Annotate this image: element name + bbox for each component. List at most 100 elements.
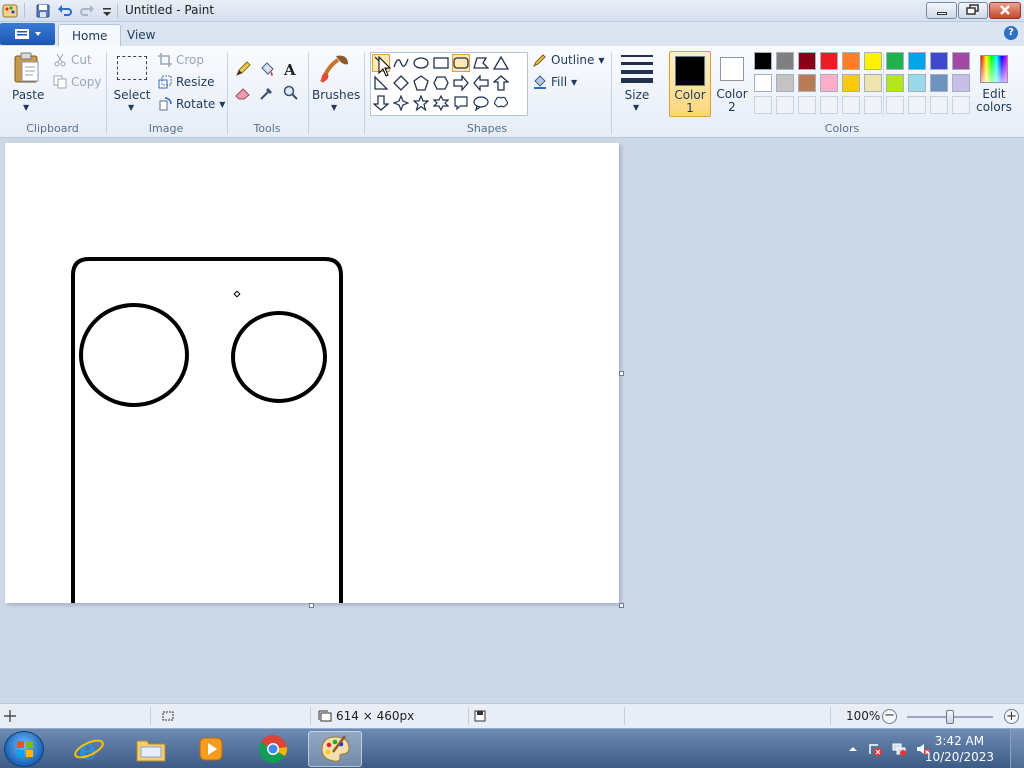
up-arrow-shape[interactable] xyxy=(492,74,510,92)
network-icon[interactable] xyxy=(892,742,906,756)
help-icon[interactable]: ? xyxy=(1004,26,1018,40)
taskbar-chrome[interactable] xyxy=(246,731,300,767)
fill-button[interactable]: Fill ▼ xyxy=(533,75,577,89)
eraser-tool[interactable] xyxy=(233,83,253,103)
paste-icon[interactable] xyxy=(12,52,42,84)
taskbar-clock[interactable]: 3:42 AM 10/20/2023 xyxy=(925,733,994,765)
palette-swatch[interactable] xyxy=(886,74,904,92)
curve-shape[interactable] xyxy=(392,54,410,72)
pentagon-shape[interactable] xyxy=(412,74,430,92)
crop-button[interactable]: Crop xyxy=(158,53,204,67)
edit-colors-button[interactable]: Edit colors xyxy=(975,51,1013,117)
triangle-shape[interactable] xyxy=(492,54,510,72)
paste-dropdown-icon[interactable]: ▼ xyxy=(23,103,29,112)
palette-swatch[interactable] xyxy=(864,74,882,92)
custom-color-slot[interactable] xyxy=(908,96,926,114)
right-arrow-shape[interactable] xyxy=(452,74,470,92)
rounded-callout-shape[interactable] xyxy=(452,94,470,112)
redo-icon[interactable] xyxy=(79,3,95,19)
rotate-button[interactable]: Rotate ▼ xyxy=(158,97,225,111)
palette-swatch[interactable] xyxy=(798,52,816,70)
brushes-dropdown-icon[interactable]: ▼ xyxy=(331,103,337,112)
palette-swatch[interactable] xyxy=(776,52,794,70)
custom-color-slot[interactable] xyxy=(776,96,794,114)
start-button[interactable] xyxy=(4,731,44,767)
six-point-star-shape[interactable] xyxy=(432,94,450,112)
magnifier-tool[interactable] xyxy=(281,83,301,103)
taskbar-file-explorer[interactable] xyxy=(124,731,178,767)
palette-swatch[interactable] xyxy=(820,74,838,92)
select-dropdown-icon[interactable]: ▼ xyxy=(128,103,134,112)
brushes-icon[interactable] xyxy=(318,52,352,86)
size-dropdown-icon[interactable]: ▼ xyxy=(633,103,639,112)
cloud-callout-shape[interactable] xyxy=(492,94,510,112)
size-icon[interactable] xyxy=(619,52,655,84)
select-icon[interactable] xyxy=(117,56,147,80)
palette-swatch[interactable] xyxy=(776,74,794,92)
copy-button[interactable]: Copy xyxy=(53,75,101,89)
custom-color-slot[interactable] xyxy=(842,96,860,114)
palette-swatch[interactable] xyxy=(798,74,816,92)
resize-button[interactable]: Resize xyxy=(158,75,214,89)
palette-swatch[interactable] xyxy=(908,74,926,92)
custom-color-slot[interactable] xyxy=(754,96,772,114)
four-point-star-shape[interactable] xyxy=(392,94,410,112)
save-icon[interactable] xyxy=(35,3,51,19)
palette-swatch[interactable] xyxy=(754,74,772,92)
rounded-rectangle-shape[interactable] xyxy=(452,54,470,72)
text-tool[interactable]: A xyxy=(281,59,301,79)
custom-color-slot[interactable] xyxy=(798,96,816,114)
zoom-slider-thumb[interactable] xyxy=(946,710,954,724)
palette-swatch[interactable] xyxy=(930,52,948,70)
custom-color-slot[interactable] xyxy=(864,96,882,114)
custom-color-slot[interactable] xyxy=(820,96,838,114)
canvas-resize-handle-right[interactable] xyxy=(619,371,624,376)
down-arrow-shape[interactable] xyxy=(372,94,390,112)
drawing-canvas[interactable] xyxy=(5,143,619,613)
fill-tool[interactable] xyxy=(257,59,277,79)
custom-color-slot[interactable] xyxy=(930,96,948,114)
palette-swatch[interactable] xyxy=(952,52,970,70)
rectangle-shape[interactable] xyxy=(432,54,450,72)
color-picker-tool[interactable] xyxy=(257,83,277,103)
paste-button[interactable]: Paste xyxy=(12,88,44,102)
taskbar-internet-explorer[interactable]: e xyxy=(62,731,116,767)
oval-shape[interactable] xyxy=(412,54,430,72)
tab-view[interactable]: View xyxy=(114,24,168,46)
canvas-resize-handle-bottom[interactable] xyxy=(309,603,314,608)
palette-swatch[interactable] xyxy=(754,52,772,70)
zoom-out-button[interactable]: − xyxy=(882,709,897,724)
pencil-tool[interactable] xyxy=(233,59,253,79)
polygon-shape[interactable] xyxy=(472,54,490,72)
palette-swatch[interactable] xyxy=(886,52,904,70)
size-button[interactable]: Size xyxy=(617,88,657,102)
custom-color-slot[interactable] xyxy=(886,96,904,114)
five-point-star-shape[interactable] xyxy=(412,94,430,112)
diamond-shape[interactable] xyxy=(392,74,410,92)
oval-callout-shape[interactable] xyxy=(472,94,490,112)
outline-button[interactable]: Outline ▼ xyxy=(533,53,605,67)
show-desktop-button[interactable] xyxy=(1010,729,1024,768)
taskbar-paint[interactable] xyxy=(308,731,362,767)
undo-icon[interactable] xyxy=(57,3,73,19)
color-2-button[interactable]: Color 2 xyxy=(712,51,752,117)
close-button[interactable] xyxy=(989,2,1021,19)
action-center-icon[interactable] xyxy=(868,742,882,756)
custom-color-slot[interactable] xyxy=(952,96,970,114)
customize-qat-icon[interactable] xyxy=(99,3,115,19)
canvas-resize-handle-corner[interactable] xyxy=(619,603,624,608)
palette-swatch[interactable] xyxy=(864,52,882,70)
select-button[interactable]: Select xyxy=(112,88,152,102)
palette-swatch[interactable] xyxy=(930,74,948,92)
paint-app-icon[interactable] xyxy=(2,3,18,19)
zoom-in-button[interactable]: + xyxy=(1004,709,1019,724)
palette-swatch[interactable] xyxy=(842,74,860,92)
hexagon-shape[interactable] xyxy=(432,74,450,92)
brushes-button[interactable]: Brushes xyxy=(312,88,360,102)
cut-button[interactable]: Cut xyxy=(53,53,92,67)
palette-swatch[interactable] xyxy=(842,52,860,70)
paint-menu-button[interactable] xyxy=(0,23,55,45)
taskbar-media-player[interactable] xyxy=(184,731,238,767)
palette-swatch[interactable] xyxy=(952,74,970,92)
left-arrow-shape[interactable] xyxy=(472,74,490,92)
